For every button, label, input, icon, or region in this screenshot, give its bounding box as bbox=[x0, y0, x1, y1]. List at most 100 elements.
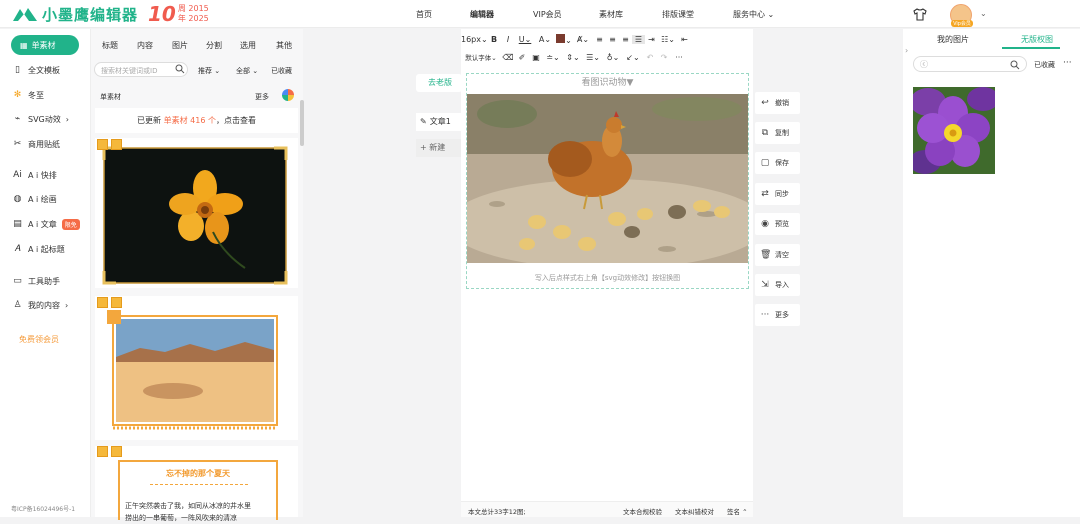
article-tab-1[interactable]: ✎ 文章1 bbox=[416, 113, 462, 131]
material-search-input[interactable]: 搜索材关键词或ID bbox=[94, 62, 188, 77]
eraser-icon[interactable]: ⌫ bbox=[501, 53, 515, 62]
italic-icon[interactable]: I bbox=[501, 35, 515, 44]
spacing-icon[interactable]: ⇕⌄ bbox=[563, 53, 583, 62]
underline-icon[interactable]: U⌄ bbox=[515, 35, 535, 44]
more-icon[interactable]: ··· bbox=[671, 53, 687, 62]
primrose-photo-thumbnail[interactable] bbox=[913, 87, 995, 174]
material-more-link[interactable]: 更多 bbox=[255, 92, 269, 102]
import-button[interactable]: ⇲ 导入 bbox=[755, 274, 800, 296]
more-icon[interactable]: ··· bbox=[1063, 58, 1072, 68]
align-right-icon[interactable]: ≡ bbox=[619, 35, 632, 44]
nav-vip[interactable]: VIP会员 bbox=[533, 9, 562, 20]
tab-content[interactable]: 内容 bbox=[137, 40, 153, 51]
background-color-icon[interactable]: ⌄ bbox=[555, 33, 573, 45]
image-search-input[interactable]: ⓒ bbox=[913, 56, 1027, 72]
redo-icon[interactable]: ↷ bbox=[657, 53, 671, 62]
undo-icon: ↩ bbox=[761, 98, 769, 108]
material-card-desert[interactable] bbox=[95, 296, 298, 440]
bookmark-icon[interactable] bbox=[97, 297, 108, 308]
clear-button[interactable]: 🗑 清空 bbox=[755, 244, 800, 266]
material-scrollbar[interactable] bbox=[300, 100, 304, 146]
tshirt-icon[interactable] bbox=[913, 8, 927, 21]
menu-item-templates[interactable]: ▯ 全文模板 bbox=[12, 63, 60, 77]
image-block-title[interactable]: 看图识动物▼ bbox=[466, 75, 749, 88]
free-vip-link[interactable]: 免费领会员 bbox=[19, 334, 59, 345]
paragraph-icon[interactable]: ☰⌄ bbox=[583, 53, 603, 62]
old-version-button[interactable]: 去老版 bbox=[416, 74, 462, 92]
divider-tool-icon[interactable]: ≐⌄ bbox=[543, 53, 563, 62]
bulb-icon[interactable]: ♁⌄ bbox=[603, 53, 623, 62]
menu-item-ai-layout[interactable]: Ai A i 快排 bbox=[12, 168, 57, 182]
font-color-icon[interactable]: A⌄ bbox=[535, 35, 555, 44]
preview-button[interactable]: ◉ 预览 bbox=[755, 213, 800, 235]
tab-my-images[interactable]: 我的图片 bbox=[937, 34, 969, 45]
menu-item-single-material[interactable]: ▦ 单素材 bbox=[11, 35, 79, 55]
tab-free-images[interactable]: 无版权图 bbox=[1021, 34, 1053, 45]
nav-course[interactable]: 排版课堂 bbox=[662, 9, 694, 20]
menu-item-tools[interactable]: ▭ 工具助手 bbox=[12, 274, 60, 288]
link-icon[interactable]: ↙⌄ bbox=[623, 53, 643, 62]
line-height-icon[interactable]: ☷⌄ bbox=[658, 35, 678, 44]
filter-recommend[interactable]: 推荐 ⌄ bbox=[198, 66, 220, 76]
font-family-select[interactable]: 默认字体⌄ bbox=[461, 52, 501, 62]
color-wheel-icon[interactable] bbox=[282, 89, 294, 101]
sync-button[interactable]: ⇄ 同步 bbox=[755, 183, 800, 205]
template-text-line1: 正午突然袭击了我，如同从冰凉的井水里 bbox=[125, 502, 251, 510]
save-button[interactable]: ▢ 保存 bbox=[755, 152, 800, 174]
indent-icon[interactable]: ⇥ bbox=[645, 35, 658, 44]
tab-title[interactable]: 标题 bbox=[102, 40, 118, 51]
nav-editor[interactable]: 编辑器 bbox=[470, 9, 494, 20]
nav-service[interactable]: 服务中心 ⌄ bbox=[733, 9, 774, 20]
collected-filter[interactable]: 已收藏 bbox=[1034, 60, 1055, 70]
bookmark-icon[interactable] bbox=[97, 446, 108, 457]
signature-button[interactable]: 签名 ⌃ bbox=[727, 506, 748, 516]
tab-other[interactable]: 其他 bbox=[276, 40, 292, 51]
font-size-value: 16px bbox=[461, 34, 481, 44]
menu-item-ai-paint[interactable]: ◍ A i 绘画 bbox=[12, 192, 57, 206]
svg-image-block[interactable] bbox=[466, 73, 749, 289]
bookmark-icon[interactable] bbox=[97, 139, 108, 150]
align-center-icon[interactable]: ≡ bbox=[606, 35, 619, 44]
menu-item-winter[interactable]: ✻ 冬至 bbox=[12, 88, 44, 102]
search-icon[interactable] bbox=[175, 64, 185, 74]
menu-item-ai-title[interactable]: 𝐴 A i 起标题 bbox=[12, 242, 65, 256]
filter-all[interactable]: 全部 ⌄ bbox=[236, 66, 258, 76]
more-actions-button[interactable]: ··· 更多 bbox=[755, 304, 800, 326]
nav-home[interactable]: 首页 bbox=[416, 9, 432, 20]
tab-divider[interactable]: 分割 bbox=[206, 40, 222, 51]
proofread-button[interactable]: 文本纠错校对 bbox=[675, 506, 714, 516]
image-icon[interactable]: ▣ bbox=[529, 53, 543, 62]
align-left-icon[interactable]: ≡ bbox=[593, 35, 606, 44]
material-card-flower[interactable] bbox=[95, 138, 298, 288]
menu-item-svg[interactable]: ⌁ SVG动效 › bbox=[12, 112, 69, 126]
font-size-select[interactable]: 16px⌄ bbox=[461, 34, 488, 44]
align-justify-icon[interactable]: ☰ bbox=[632, 34, 645, 44]
undo-button[interactable]: ↩ 撤销 bbox=[755, 92, 800, 114]
chevron-down-icon[interactable]: ⌄ bbox=[980, 9, 987, 18]
search-icon[interactable] bbox=[1010, 60, 1020, 70]
menu-item-stickers[interactable]: ✂ 商用贴纸 bbox=[12, 137, 60, 151]
tab-image[interactable]: 图片 bbox=[172, 40, 188, 51]
edit-icon: ✎ bbox=[420, 117, 427, 126]
vip-avatar-badge: Vip会员 bbox=[951, 20, 973, 27]
bold-icon[interactable]: B bbox=[487, 35, 501, 44]
chevron-right-icon[interactable]: › bbox=[905, 46, 908, 55]
menu-item-my-content[interactable]: ♙ 我的内容 › bbox=[12, 298, 68, 312]
filter-collected[interactable]: 已收藏 bbox=[271, 66, 292, 76]
material-card-summary[interactable]: 忘不掉的那个夏天 正午突然袭击了我，如同从冰凉的井水里 捞出的一串葡萄，一阵风吹… bbox=[95, 446, 298, 522]
insert-icon[interactable]: ⇤ bbox=[678, 35, 691, 44]
logo[interactable]: 小墨鹰编辑器 bbox=[12, 4, 138, 24]
menu-item-ai-article[interactable]: ▤ A i 文章 限免 bbox=[12, 217, 80, 231]
nav-service-label: 服务中心 bbox=[733, 10, 765, 19]
new-article-button[interactable]: + 新建 bbox=[416, 139, 462, 157]
undo-icon[interactable]: ↶ bbox=[643, 53, 657, 62]
tab-select[interactable]: 选用 bbox=[240, 40, 256, 51]
avatar[interactable]: Vip会员 bbox=[950, 4, 973, 27]
compliance-check-button[interactable]: 文本合规校验 bbox=[623, 506, 662, 516]
nav-materials[interactable]: 素材库 bbox=[599, 9, 623, 20]
copy-button[interactable]: ⧉ 复制 bbox=[755, 122, 800, 144]
brush-icon[interactable]: ✐ bbox=[515, 53, 529, 62]
ai-icon: Ai bbox=[13, 169, 22, 180]
font-style-icon[interactable]: Ⱥ⌄ bbox=[573, 35, 593, 44]
material-update-banner[interactable]: 已更新 单素材 416 个，点击查看 bbox=[95, 108, 298, 133]
